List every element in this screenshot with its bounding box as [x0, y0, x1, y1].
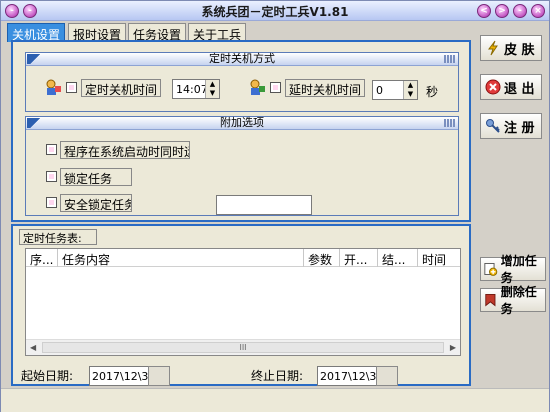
exit-label: 退 出	[504, 81, 535, 97]
panel-header: 附加选项	[26, 117, 458, 130]
timed-value: 14:07	[176, 83, 208, 96]
status-bar	[1, 388, 549, 412]
lightning-icon	[488, 40, 498, 56]
delete-task-button[interactable]: 删除任务	[480, 285, 546, 316]
end-date-input[interactable]: 2017\12\30	[317, 366, 398, 386]
delay-shutdown-checkbox[interactable]	[270, 82, 281, 93]
window-title: 系统兵团－定时工兵V1.81	[201, 5, 349, 19]
previous-icon[interactable]: <	[477, 4, 491, 18]
col-header-index[interactable]: 序...	[26, 249, 58, 267]
timed-shutdown-label: 定时关机时间	[81, 79, 161, 97]
extra-options-title: 附加选项	[220, 116, 264, 129]
task-table-title: 定时任务表:	[19, 229, 97, 245]
add-task-label: 增加任务	[500, 254, 537, 285]
calendar-dropdown-button[interactable]	[148, 366, 170, 386]
shutdown-mode-title: 定时关机方式	[209, 52, 275, 65]
spinner-arrows[interactable]: ▲ ▼	[205, 80, 219, 98]
add-task-button[interactable]: 增加任务	[480, 254, 546, 285]
end-date-value: 2017\12\30	[320, 370, 384, 383]
minimize-window-icon[interactable]: -	[513, 4, 527, 18]
task-frame: 定时任务表: 序... 任务内容 参数 开... 结... 时间 ◀ III ▶…	[11, 224, 471, 386]
user-clock-icon	[46, 79, 61, 95]
scroll-thumb[interactable]: III	[42, 342, 444, 353]
exit-button[interactable]: 退 出	[480, 74, 542, 100]
autostart-label: 程序在系统启动时同时运行	[60, 141, 190, 159]
user-timer-icon	[250, 79, 265, 95]
register-button[interactable]: 注 册	[480, 113, 542, 139]
calendar-dropdown-button[interactable]	[376, 366, 398, 386]
skin-button[interactable]: 皮 肤	[480, 35, 542, 61]
col-header-start[interactable]: 开...	[340, 249, 378, 267]
delete-bookmark-icon	[485, 294, 496, 307]
spinner-arrows[interactable]: ▲ ▼	[403, 81, 417, 99]
delay-shutdown-label: 延时关机时间	[285, 79, 365, 97]
autostart-checkbox[interactable]	[46, 144, 57, 155]
horizontal-scrollbar[interactable]: ◀ III ▶	[26, 339, 460, 355]
close-circle-icon	[485, 79, 501, 95]
col-header-time[interactable]: 时间	[418, 249, 460, 267]
end-date-label: 终止日期:	[251, 369, 304, 383]
delay-value: 0	[376, 84, 383, 97]
secure-lock-checkbox[interactable]	[46, 197, 57, 208]
next-icon[interactable]: >	[495, 4, 509, 18]
password-input[interactable]	[216, 195, 312, 215]
col-header-params[interactable]: 参数	[304, 249, 340, 267]
scroll-right-icon[interactable]: ▶	[450, 343, 456, 352]
delete-task-label: 删除任务	[500, 285, 537, 316]
lock-task-label: 锁定任务	[60, 168, 132, 186]
start-date-label: 起始日期:	[21, 369, 74, 383]
register-label: 注 册	[504, 120, 535, 136]
delay-shutdown-input[interactable]: 0 ▲ ▼	[372, 80, 418, 100]
extra-options-panel: 附加选项 程序在系统启动时同时运行 锁定任务 安全锁定任务	[25, 116, 459, 216]
settings-frame: 定时关机方式 定时关机时间 14:07 ▲ ▼ 延时关机时间 0 ▲ ▼ 秒 附加选项 …	[11, 40, 471, 222]
table-header: 序... 任务内容 参数 开... 结... 时间	[26, 249, 460, 267]
lock-task-checkbox[interactable]	[46, 171, 57, 182]
shutdown-mode-panel: 定时关机方式 定时关机时间 14:07 ▲ ▼ 延时关机时间 0 ▲ ▼ 秒	[25, 52, 459, 112]
seconds-unit: 秒	[426, 85, 439, 99]
title-bar[interactable]: - - 系统兵团－定时工兵V1.81 < > - ×	[1, 1, 549, 21]
secure-lock-label: 安全锁定任务	[60, 194, 132, 212]
app-window: - - 系统兵团－定时工兵V1.81 < > - × 关机设置 报时设置 任务设…	[0, 0, 550, 412]
task-table[interactable]: 序... 任务内容 参数 开... 结... 时间 ◀ III ▶	[25, 248, 461, 356]
col-header-content[interactable]: 任务内容	[58, 249, 304, 267]
skin-label: 皮 肤	[504, 42, 535, 58]
timed-shutdown-checkbox[interactable]	[66, 82, 77, 93]
start-date-value: 2017\12\30	[92, 370, 156, 383]
panel-header: 定时关机方式	[26, 53, 458, 66]
col-header-end[interactable]: 结...	[378, 249, 418, 267]
key-icon	[486, 119, 500, 133]
add-document-icon	[484, 263, 498, 276]
close-icon[interactable]: ×	[531, 4, 545, 18]
start-date-input[interactable]: 2017\12\30	[89, 366, 170, 386]
scroll-left-icon[interactable]: ◀	[30, 343, 36, 352]
timed-shutdown-input[interactable]: 14:07 ▲ ▼	[172, 79, 220, 99]
